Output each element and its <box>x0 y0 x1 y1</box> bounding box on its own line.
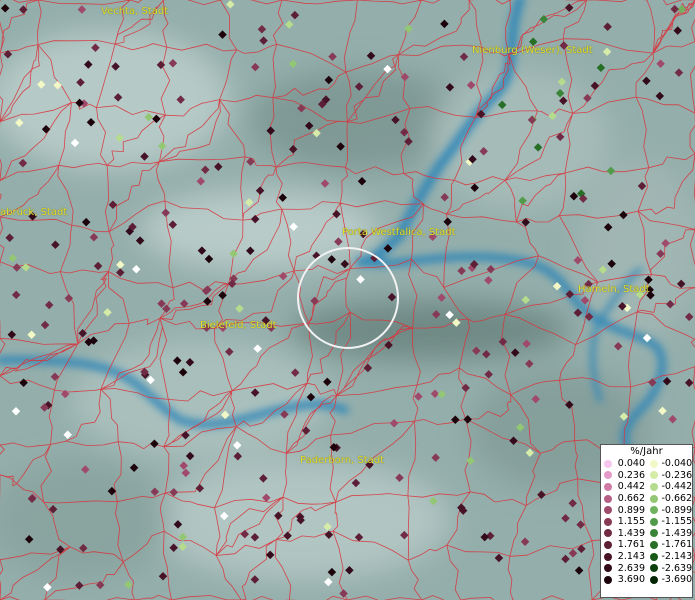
legend-value: -0.236 <box>661 469 693 481</box>
legend-value: -0.662 <box>661 493 693 505</box>
legend-positive-row: 1.761 <box>601 539 647 551</box>
legend-value: 0.899 <box>617 504 645 516</box>
legend-negative-row: -0.236 <box>647 469 693 482</box>
legend-swatch-icon <box>604 494 612 503</box>
legend-positive-row: 0.236 <box>601 470 647 482</box>
legend-swatch-icon <box>604 540 612 549</box>
legend-value: 0.662 <box>617 493 645 505</box>
legend-positive-row: 2.639 <box>601 562 647 574</box>
legend-value: -1.761 <box>661 539 693 551</box>
legend-panel: %/Jahr 0.040 0.236 0.442 0.662 0.899 1.155 1.4… <box>600 444 693 598</box>
legend-value: 0.236 <box>617 469 645 481</box>
legend-positive-row: 0.662 <box>601 493 647 505</box>
legend-value: -1.155 <box>661 516 693 528</box>
legend-value: 0.442 <box>617 481 645 493</box>
legend-swatch-icon <box>649 506 658 515</box>
legend-value: -2.143 <box>661 551 693 563</box>
legend-swatch-icon <box>649 459 658 468</box>
legend-swatch-icon <box>649 471 658 480</box>
legend-swatch-icon <box>649 517 658 526</box>
legend-swatch-icon <box>604 529 612 538</box>
legend-negative-row: -1.761 <box>647 539 693 551</box>
city-label-paderborn: Paderborn, Stadt <box>300 455 385 466</box>
legend-swatch-icon <box>649 575 658 584</box>
legend-value: 2.143 <box>617 551 645 563</box>
legend-negative-row: -0.040 <box>647 458 693 470</box>
legend-negative-row: -3.690 <box>647 574 693 586</box>
legend-negative-row: -0.899 <box>647 504 693 516</box>
legend-value: 3.690 <box>617 574 645 586</box>
legend-value: -3.690 <box>661 574 693 586</box>
city-label-bielefeld: Bielefeld, Stadt <box>200 320 277 331</box>
legend-value: -2.639 <box>661 562 693 574</box>
legend-swatch-icon <box>649 540 658 549</box>
city-label-nienburg: Nienburg (Weser), Stadt <box>472 45 593 56</box>
legend-swatch-icon <box>649 552 658 561</box>
legend-negative-column: -0.040 -0.236 -0.442 -0.662 -0.899 -1.155 -1.4… <box>647 458 693 586</box>
city-label-hameln: Hameln, Stadt <box>578 284 650 295</box>
legend-swatch-icon <box>649 529 658 538</box>
legend-swatch-icon <box>604 459 612 468</box>
legend-value: 0.040 <box>617 458 645 470</box>
legend-value: -0.899 <box>661 504 693 516</box>
legend-positive-row: 0.899 <box>601 504 647 516</box>
legend-value: 1.155 <box>617 516 645 528</box>
map-canvas[interactable] <box>0 0 695 600</box>
legend-value: -1.439 <box>661 527 693 539</box>
legend-swatch-icon <box>604 564 612 573</box>
legend-swatch-icon <box>604 506 612 515</box>
legend-value: 1.439 <box>617 527 645 539</box>
legend-swatch-icon <box>604 471 612 480</box>
legend-value: -0.442 <box>661 481 693 493</box>
legend-negative-row: -1.439 <box>647 527 693 540</box>
legend-positive-row: 0.040 <box>601 458 647 470</box>
legend-value: -0.040 <box>661 458 693 470</box>
legend-positive-row: 1.155 <box>601 516 647 528</box>
city-label-osnabrueck: abrück, Stadt <box>0 207 68 218</box>
legend-positive-row: 2.143 <box>601 551 647 563</box>
legend-swatch-icon <box>604 517 612 526</box>
legend-positive-row: 3.690 <box>601 574 647 586</box>
legend-negative-row: -2.143 <box>647 551 693 563</box>
legend-negative-row: -2.639 <box>647 562 693 574</box>
legend-negative-row: -1.155 <box>647 516 693 528</box>
legend-positive-row: 1.439 <box>601 528 647 540</box>
legend-swatch-icon <box>604 552 612 561</box>
legend-positive-column: 0.040 0.236 0.442 0.662 0.899 1.155 1.439 1.761… <box>601 458 647 586</box>
legend-negative-row: -0.442 <box>647 481 693 493</box>
legend-swatch-icon <box>604 575 612 584</box>
legend-value: 2.639 <box>617 562 645 574</box>
city-label-porta-westfalica: Porta Westfalica, Stadt <box>342 227 456 238</box>
legend-swatch-icon <box>649 494 658 503</box>
legend-swatch-icon <box>649 564 658 573</box>
city-label-vechta: Vechta, Stadt <box>101 6 169 17</box>
legend-negative-row: -0.662 <box>647 493 693 505</box>
legend-positive-row: 0.442 <box>601 481 647 493</box>
legend-swatch-icon <box>649 482 658 491</box>
legend-value: 1.761 <box>617 539 645 551</box>
legend-swatch-icon <box>604 482 612 491</box>
legend-title: %/Jahr <box>630 446 663 457</box>
